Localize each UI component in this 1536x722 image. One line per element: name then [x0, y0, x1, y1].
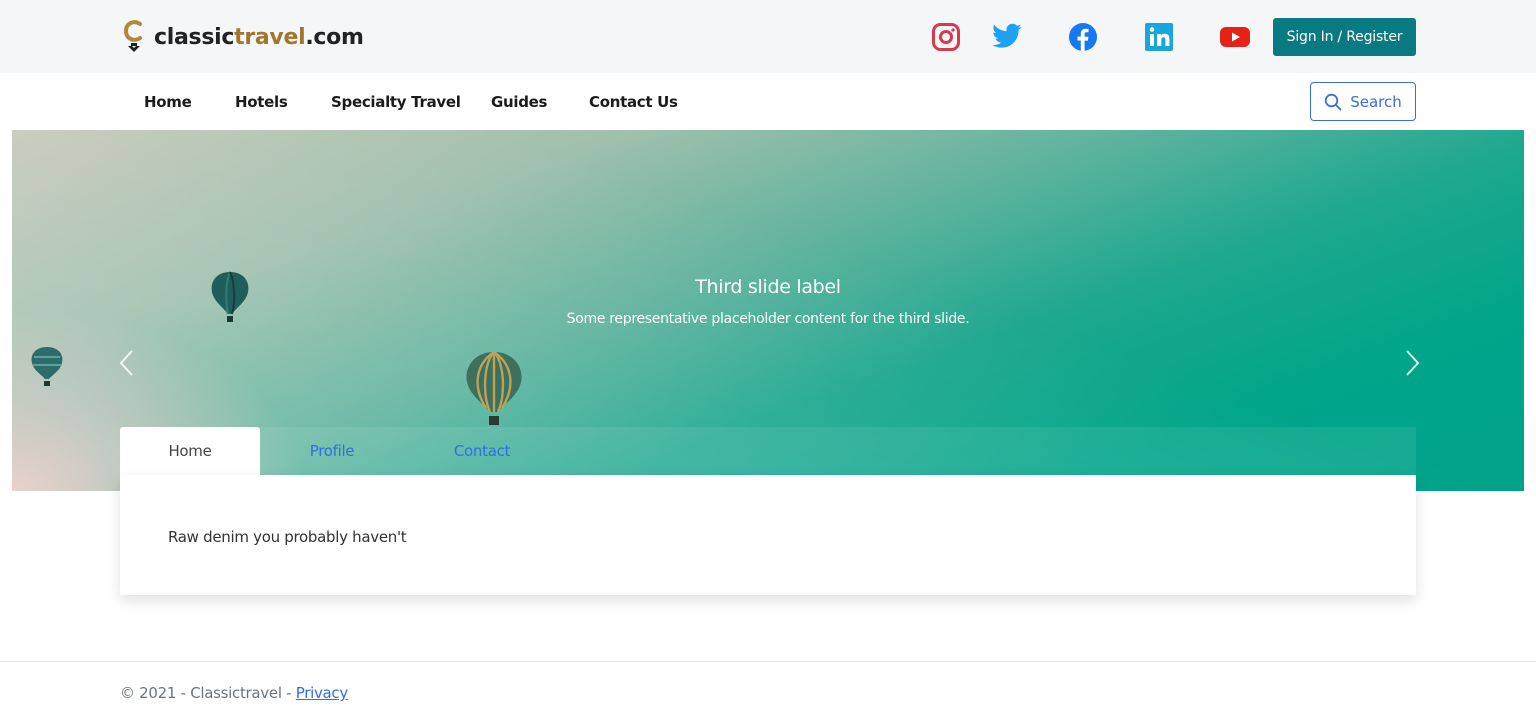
tab-bar: Home Profile Contact [120, 427, 1416, 475]
search-button[interactable]: Search [1310, 82, 1416, 121]
main-navigation: Home Hotels Specialty Travel Guides Cont… [0, 73, 1536, 130]
chevron-right-icon [1406, 350, 1420, 376]
linkedin-icon[interactable] [1142, 20, 1176, 54]
tab-contact[interactable]: Contact [420, 427, 544, 475]
youtube-icon[interactable] [1218, 20, 1252, 54]
brand-name: classictravel.com [154, 25, 364, 50]
brand-name-tld: .com [305, 24, 364, 50]
tab-content-panel: Raw denim you probably haven't [120, 475, 1416, 595]
instagram-icon[interactable] [929, 20, 963, 54]
nav-item-contact-us[interactable]: Contact Us [589, 93, 678, 111]
classic-logo-icon [122, 18, 146, 56]
tab-home[interactable]: Home [120, 427, 260, 475]
footer: © 2021 - Classictravel - Privacy [0, 661, 1536, 722]
copyright-text: © 2021 - Classictravel - [120, 684, 296, 702]
footer-copyright: © 2021 - Classictravel - Privacy [120, 684, 348, 702]
brand-name-classic: classic [154, 24, 235, 50]
hot-air-balloon-image [31, 347, 63, 386]
facebook-icon[interactable] [1066, 20, 1100, 54]
search-icon [1325, 93, 1342, 110]
nav-item-home[interactable]: Home [144, 93, 192, 111]
nav-item-hotels[interactable]: Hotels [235, 93, 288, 111]
sign-in-register-button[interactable]: Sign In / Register [1273, 18, 1416, 56]
brand-name-travel: travel [234, 24, 306, 50]
hot-air-balloon-image [466, 351, 522, 425]
slide-title: Third slide label [695, 276, 841, 298]
top-header-bar: classictravel.com Sign In / Register [0, 0, 1536, 73]
brand-logo[interactable]: classictravel.com [122, 18, 364, 56]
tab-content-text: Raw denim you probably haven't [168, 528, 407, 546]
twitter-icon[interactable] [990, 20, 1024, 54]
privacy-link[interactable]: Privacy [296, 684, 349, 702]
carousel-next-arrow[interactable] [1397, 348, 1427, 378]
nav-item-specialty-travel[interactable]: Specialty Travel [331, 93, 461, 111]
nav-item-guides[interactable]: Guides [491, 93, 547, 111]
carousel-prev-arrow[interactable] [112, 348, 142, 378]
slide-caption: Some representative placeholder content … [566, 311, 970, 327]
chevron-left-icon [119, 350, 133, 376]
search-button-label: Search [1350, 92, 1402, 111]
tab-profile[interactable]: Profile [272, 427, 392, 475]
